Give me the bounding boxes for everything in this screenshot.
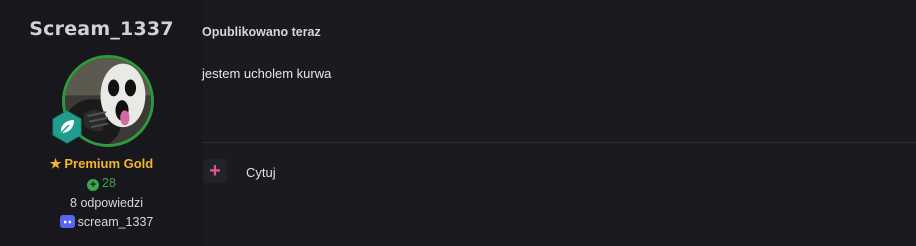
forum-post: Scream_1337 ★ Premium Gold + 28 8 odpowi… [0,0,916,246]
reputation: +28 [0,176,203,191]
star-icon: ★ [49,156,62,171]
user-group-label: Premium Gold [64,156,154,171]
divider [202,142,916,143]
replies-count: 8 odpowiedzi [70,196,143,210]
react-plus-button[interactable]: + [203,159,227,183]
user-group: ★ Premium Gold [0,156,203,172]
post-timestamp[interactable]: Opublikowano teraz [202,25,321,39]
author-username[interactable]: Scream_1337 [0,18,203,40]
quote-button[interactable]: Cytuj [246,165,276,180]
discord-handle: scream_1337 [0,215,213,229]
discord-icon [59,215,75,228]
plus-circle-icon: + [87,179,100,191]
author-panel: Scream_1337 ★ Premium Gold + 28 8 odpowi… [0,0,203,246]
avatar-container [52,55,154,147]
post-content: jestem ucholem kurwa [202,66,332,81]
leaf-badge-icon [50,110,84,144]
reputation-value: 28 [102,176,116,190]
discord-username: scream_1337 [77,215,154,229]
